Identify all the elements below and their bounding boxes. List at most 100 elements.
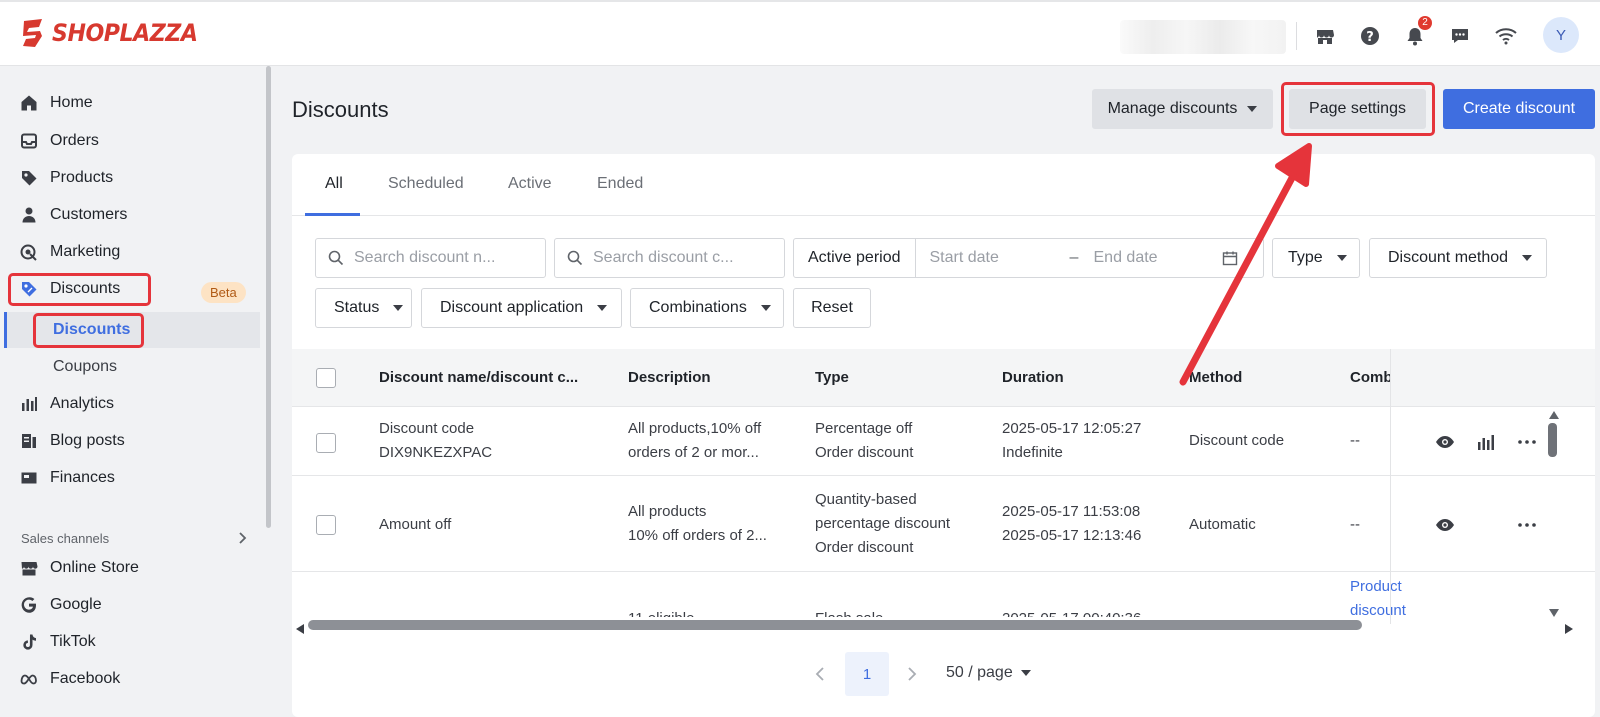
sidebar-channel-tiktok[interactable]: TikTok: [20, 626, 96, 658]
horizontal-scrollbar-thumb[interactable]: [308, 620, 1362, 630]
discount-name-cell: Discount code DIX9NKEZXPAC: [379, 417, 492, 465]
start-date-input[interactable]: Start date: [930, 249, 1070, 267]
meta-icon: [20, 674, 37, 685]
scroll-up-icon[interactable]: [1549, 406, 1559, 423]
prev-page-icon[interactable]: [815, 666, 825, 686]
description-line: 10% off orders of 2...: [628, 527, 767, 544]
end-date-input[interactable]: End date: [1094, 249, 1222, 267]
sidebar-item-orders[interactable]: Orders: [20, 125, 99, 157]
tab-scheduled[interactable]: Scheduled: [388, 175, 464, 193]
discount-application-filter[interactable]: Discount application: [421, 288, 622, 328]
sidebar-channel-google[interactable]: Google: [20, 589, 102, 621]
sidebar-item-customers[interactable]: Customers: [20, 199, 127, 231]
active-tab-indicator: [305, 213, 360, 216]
calendar-icon[interactable]: [1222, 250, 1238, 266]
method-cell: Discount code: [1189, 432, 1285, 449]
more-icon[interactable]: [1516, 514, 1538, 536]
sales-channels-label: Sales channels: [21, 531, 110, 546]
create-discount-label: Create discount: [1462, 100, 1576, 117]
duration-start: 2025-05-17 12:05:27: [1002, 420, 1142, 437]
bar-chart-icon: [22, 397, 37, 411]
eye-icon[interactable]: [1434, 514, 1456, 536]
combinations-link-line: Product: [1350, 578, 1402, 595]
next-page-icon[interactable]: [907, 666, 917, 686]
tab-ended[interactable]: Ended: [597, 175, 643, 193]
shoplazza-logo[interactable]: SHOPLAZZA: [20, 18, 210, 48]
more-icon[interactable]: [1516, 431, 1538, 453]
sidebar-channel-online-store[interactable]: Online Store: [20, 552, 139, 584]
select-all-checkbox[interactable]: [316, 368, 336, 388]
search-name-input[interactable]: Search discount n...: [315, 238, 546, 278]
discount-application-label: Discount application: [440, 299, 584, 316]
combinations-filter-label: Combinations: [649, 299, 747, 316]
column-header-name[interactable]: Discount name/discount c...: [379, 369, 578, 386]
sidebar-item-marketing[interactable]: Marketing: [20, 236, 120, 268]
bar-chart-icon[interactable]: [1475, 431, 1497, 453]
scroll-down-icon[interactable]: [1549, 604, 1559, 621]
page-size-select[interactable]: 50 / page: [946, 664, 1031, 682]
bell-icon[interactable]: 2: [1402, 16, 1432, 49]
sidebar-item-home[interactable]: Home: [20, 87, 93, 119]
scroll-right-icon[interactable]: [1565, 621, 1573, 638]
sidebar-item-finances[interactable]: Finances: [20, 462, 115, 494]
user-avatar[interactable]: Y: [1543, 17, 1579, 53]
table-row[interactable]: Discount code DIX9NKEZXPAC All products,…: [292, 408, 1595, 476]
caret-down-icon: [1522, 255, 1533, 261]
manage-discounts-button[interactable]: Manage discounts: [1092, 89, 1273, 129]
sidebar-item-label: Online Store: [50, 559, 139, 576]
vertical-scrollbar-thumb[interactable]: [1548, 423, 1557, 457]
wifi-icon[interactable]: [1493, 23, 1519, 49]
sidebar-item-products[interactable]: Products: [20, 162, 113, 194]
discount-method-filter[interactable]: Discount method: [1369, 238, 1547, 278]
chat-icon[interactable]: [1447, 23, 1473, 49]
brand-name: SHOPLAZZA: [52, 19, 198, 47]
type-filter[interactable]: Type: [1272, 238, 1360, 278]
row-checkbox[interactable]: [316, 515, 336, 535]
storefront-icon[interactable]: [1312, 23, 1338, 49]
store-name-blurred[interactable]: [1120, 20, 1286, 54]
caret-down-icon: [1247, 106, 1258, 112]
sidebar-item-label: Customers: [50, 206, 128, 223]
combinations-link[interactable]: Product discount: [1350, 575, 1406, 617]
row-checkbox[interactable]: [316, 433, 336, 453]
duration-end: 2025-05-17 12:13:46: [1002, 527, 1142, 544]
sidebar-item-blog-posts[interactable]: Blog posts: [20, 425, 125, 457]
search-icon: [567, 250, 583, 266]
sidebar-channel-facebook[interactable]: Facebook: [20, 663, 120, 695]
active-period-filter[interactable]: Active period Start date – End date: [793, 238, 1264, 278]
table-row[interactable]: Amount off All products 10% off orders o…: [292, 477, 1595, 572]
beta-badge: Beta: [201, 282, 246, 303]
table-row[interactable]: 11 eligible Flash sale 2025-05-17 00:40:…: [292, 573, 1595, 617]
status-filter[interactable]: Status: [315, 288, 412, 328]
search-icon: [328, 250, 344, 266]
sidebar-subitem-coupons[interactable]: Coupons: [53, 351, 117, 383]
description-line: orders of 2 or mor...: [628, 444, 759, 461]
current-page-button[interactable]: 1: [845, 652, 889, 696]
scroll-left-icon[interactable]: [296, 621, 304, 638]
type-line: Percentage off: [815, 420, 913, 437]
eye-icon[interactable]: [1434, 431, 1456, 453]
sidebar-item-label: Google: [50, 596, 102, 613]
caret-down-icon: [760, 305, 771, 311]
home-icon: [21, 95, 37, 111]
combinations-filter[interactable]: Combinations: [630, 288, 784, 328]
create-discount-button[interactable]: Create discount: [1443, 89, 1595, 129]
tab-active[interactable]: Active: [508, 175, 552, 193]
search-code-input[interactable]: Search discount c...: [554, 238, 785, 278]
sidebar-item-analytics[interactable]: Analytics: [20, 388, 114, 420]
inbox-icon: [21, 133, 37, 149]
sidebar-item-label: TikTok: [50, 633, 96, 650]
type-line: Order discount: [815, 539, 914, 556]
search-code-placeholder: Search discount c...: [593, 249, 734, 266]
active-period-label: Active period: [794, 239, 916, 277]
chevron-right-icon[interactable]: [238, 531, 248, 549]
description-line: All products,10% off: [628, 420, 762, 437]
tab-all[interactable]: All: [325, 175, 343, 193]
reset-button[interactable]: Reset: [793, 288, 871, 328]
column-header-duration: Duration: [1002, 369, 1064, 386]
duration-start: 2025-05-17 11:53:08: [1002, 503, 1141, 520]
help-icon[interactable]: ?: [1357, 23, 1383, 49]
sidebar-item-label: Facebook: [50, 670, 121, 687]
description-line: All products: [628, 503, 707, 520]
sidebar-scrollbar[interactable]: [266, 66, 271, 528]
